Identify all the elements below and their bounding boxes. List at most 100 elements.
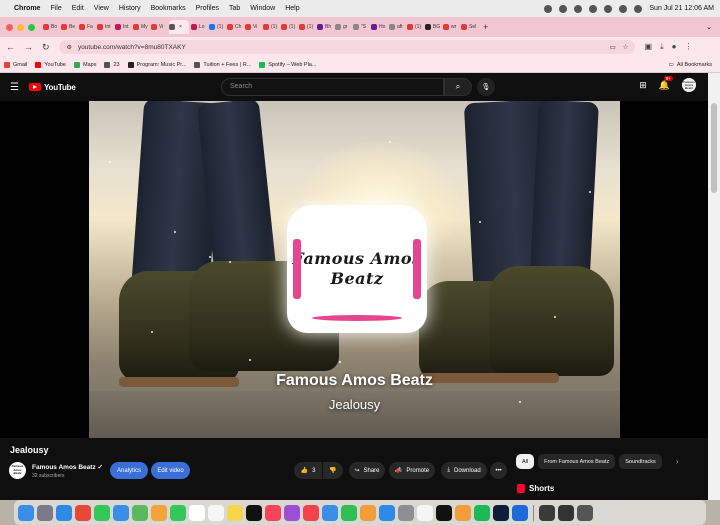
create-video-icon[interactable]: ⊞ <box>639 80 647 91</box>
minimize-window-button[interactable] <box>17 23 24 31</box>
voice-search-button[interactable]: 🎙 <box>477 78 495 96</box>
menu-window[interactable]: Window <box>250 5 275 12</box>
all-bookmarks-button[interactable]: ▭ All Bookmarks <box>669 62 712 68</box>
pages-icon[interactable] <box>360 504 376 521</box>
browser-tab[interactable]: Int <box>97 20 113 34</box>
search-icon[interactable] <box>619 4 628 13</box>
site-info-icon[interactable]: ⚙ <box>67 44 72 51</box>
menu-chrome[interactable]: Chrome <box>14 5 40 12</box>
spotify-icon[interactable] <box>474 504 490 521</box>
dislike-button[interactable]: 👎 <box>323 462 343 479</box>
messages-icon[interactable] <box>94 504 110 521</box>
notes-icon[interactable] <box>227 504 243 521</box>
control-center-icon[interactable] <box>634 4 643 13</box>
back-arrow-icon[interactable]: ← <box>6 42 15 52</box>
browser-tab[interactable]: aft <box>389 20 405 34</box>
trash-icon[interactable] <box>596 504 612 521</box>
calendar-icon[interactable] <box>189 504 205 521</box>
account-avatar[interactable]: Famous Amos Beatz <box>682 78 696 92</box>
bookmark-star-icon[interactable]: ☆ <box>623 43 629 51</box>
photoshop-icon[interactable] <box>493 504 509 521</box>
bookmark-item[interactable]: Spotify – Web Pla... <box>259 61 316 68</box>
bookmark-item[interactable]: Gmail <box>4 61 27 68</box>
browser-tab[interactable]: Be <box>61 20 77 34</box>
close-tab-icon[interactable]: × <box>179 24 182 30</box>
tv-icon[interactable] <box>246 504 262 521</box>
music-icon[interactable] <box>265 504 281 521</box>
clock-icon[interactable] <box>574 4 583 13</box>
menu-help[interactable]: Help <box>285 5 299 12</box>
promote-button[interactable]: 📣 Promote <box>389 462 435 479</box>
search-input[interactable]: Search <box>221 78 444 96</box>
bookmark-item[interactable]: Tuition + Fees | R... <box>194 61 251 68</box>
chrome-menu-icon[interactable]: ⋮ <box>685 42 693 52</box>
chip-all[interactable]: All <box>516 454 535 469</box>
browser-tab[interactable]: Sel <box>461 20 477 34</box>
browser-tab[interactable]: Ch <box>227 20 243 34</box>
mail-icon[interactable] <box>113 504 129 521</box>
downloads-icon[interactable]: ⤓ <box>660 42 664 52</box>
capcut-icon[interactable] <box>436 504 452 521</box>
browser-tab[interactable]: Lo <box>191 20 207 34</box>
menu-edit[interactable]: Edit <box>72 5 84 12</box>
new-tab-button[interactable]: + <box>483 22 488 32</box>
browser-tab[interactable]: Ho <box>371 20 387 34</box>
zoom-window-button[interactable] <box>28 23 35 31</box>
browser-tab[interactable]: "S <box>353 20 369 34</box>
podcasts-icon[interactable] <box>284 504 300 521</box>
bookmark-item[interactable]: YouTube <box>35 61 66 68</box>
analytics-button[interactable]: Analytics <box>110 462 148 479</box>
launchpad-icon[interactable] <box>37 504 53 521</box>
recent-window-icon[interactable] <box>577 504 593 521</box>
browser-tab[interactable]: (1) <box>299 20 315 34</box>
photos-icon[interactable] <box>151 504 167 521</box>
menu-view[interactable]: View <box>94 5 109 12</box>
browser-tab[interactable]: Int <box>115 20 131 34</box>
menu-history[interactable]: History <box>119 5 141 12</box>
menu-file[interactable]: File <box>50 5 61 12</box>
share-button[interactable]: ↪ Share <box>349 462 385 479</box>
chip-from-channel[interactable]: From Famous Amos Beatz <box>538 454 616 469</box>
keynote-icon[interactable] <box>322 504 338 521</box>
browser-tab[interactable]: (1) <box>263 20 279 34</box>
browser-tab[interactable]: wr <box>443 20 459 34</box>
wifi-icon[interactable] <box>604 4 613 13</box>
menu-icon[interactable]: ☰ <box>10 82 19 93</box>
browser-tab[interactable]: Fa <box>79 20 95 34</box>
chevron-right-icon[interactable]: › <box>676 457 679 466</box>
status-icon[interactable] <box>559 4 568 13</box>
profile-icon[interactable]: ● <box>672 42 677 52</box>
play-icon[interactable] <box>589 4 598 13</box>
creative-cloud-icon[interactable] <box>544 4 553 13</box>
tab-search-icon[interactable]: ⌄ <box>706 23 712 31</box>
bookmark-item[interactable]: Maps <box>74 61 96 68</box>
browser-tab[interactable]: My <box>133 20 149 34</box>
chip-soundtracks[interactable]: Soundtracks <box>619 454 662 469</box>
browser-tab[interactable]: (1) <box>281 20 297 34</box>
downloads-folder-icon[interactable] <box>539 504 555 521</box>
channel-name[interactable]: Famous Amos Beatz ✓ <box>32 463 103 471</box>
recent-doc-icon[interactable] <box>558 504 574 521</box>
edit-video-button[interactable]: Edit video <box>151 462 190 479</box>
page-scrollbar[interactable] <box>708 73 720 500</box>
forward-arrow-icon[interactable]: → <box>24 42 33 52</box>
download-button[interactable]: ⤓ Download <box>441 462 487 479</box>
channel-avatar[interactable]: Famous Amos Beatz <box>9 462 26 479</box>
close-window-button[interactable] <box>6 23 13 31</box>
menu-bookmarks[interactable]: Bookmarks <box>151 5 186 12</box>
browser-tab[interactable]: gr <box>335 20 351 34</box>
news-icon[interactable] <box>303 504 319 521</box>
search-button[interactable]: ⌕ <box>444 78 472 96</box>
youtube-logo[interactable]: YouTube <box>28 83 76 92</box>
system-settings-icon[interactable] <box>398 504 414 521</box>
browser-tab[interactable]: Vi <box>151 20 167 34</box>
menu-profiles[interactable]: Profiles <box>196 5 219 12</box>
ollama-icon[interactable] <box>417 504 433 521</box>
cast-icon[interactable]: ▭ <box>610 43 616 51</box>
video-player[interactable]: Famous Amos Beatz Famous Amos Beatz Jeal… <box>89 101 620 438</box>
facetime-icon[interactable] <box>170 504 186 521</box>
numbers-icon[interactable] <box>341 504 357 521</box>
scrollbar-thumb[interactable] <box>711 103 717 193</box>
safari-icon[interactable] <box>56 504 72 521</box>
notifications-bell-icon[interactable]: 🔔 9+ <box>659 75 673 91</box>
